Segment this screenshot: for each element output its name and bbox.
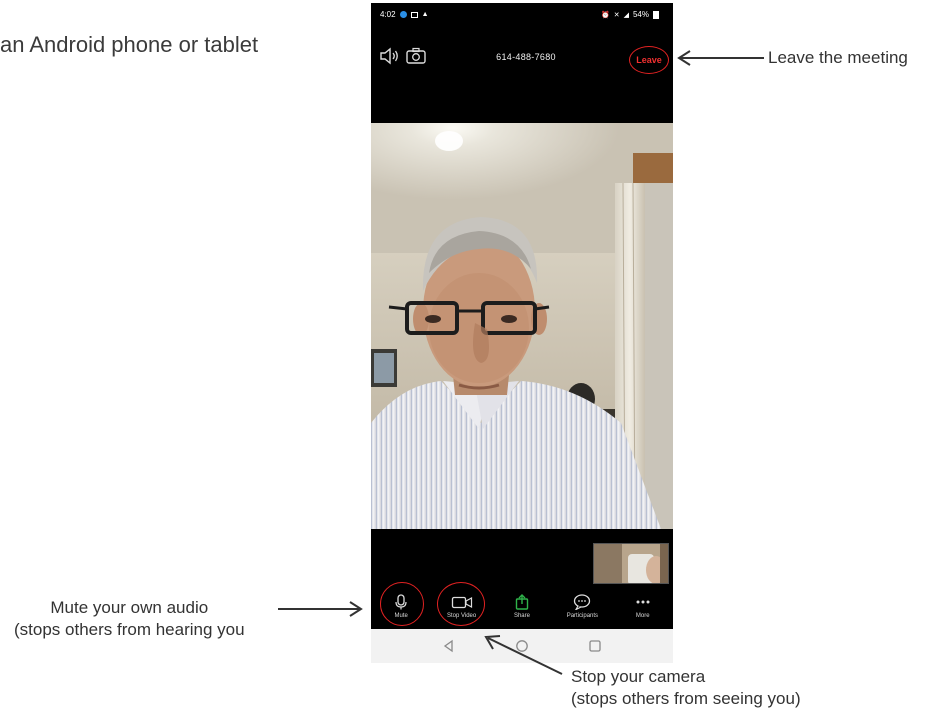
self-view-thumbnail[interactable] — [593, 543, 669, 584]
mute-status-icon: ✕ — [613, 11, 620, 19]
share-label: Share — [513, 613, 530, 619]
video-frame-image — [371, 123, 673, 529]
speaker-icon[interactable] — [378, 45, 400, 67]
leave-button[interactable]: Leave — [629, 46, 669, 74]
status-bar: 4:02 ▲ ⏰ ✕ ◢ 54% — [371, 3, 673, 27]
signal-icon: ◢ — [623, 11, 629, 19]
recents-icon[interactable] — [588, 639, 602, 653]
stop-video-button[interactable]: Stop Video — [431, 582, 491, 629]
status-battery: 54% — [632, 10, 649, 19]
stop-video-annotation-line2: (stops others from seeing you) — [571, 689, 801, 708]
leave-annotation: Leave the meeting — [768, 48, 908, 67]
page-heading: an Android phone or tablet — [0, 32, 259, 57]
mute-annotation-line1: Mute your own audio — [50, 598, 209, 617]
share-icon — [515, 594, 529, 610]
stop-video-arrow-icon — [484, 635, 563, 675]
participants-button[interactable]: Participants — [552, 585, 612, 629]
meeting-toolbar: Mute Stop Video Share Participants More — [371, 582, 673, 629]
participants-icon — [574, 594, 591, 610]
switch-camera-icon[interactable] — [405, 45, 427, 67]
leave-arrow-icon — [677, 50, 764, 66]
phone-screen: 4:02 ▲ ⏰ ✕ ◢ 54% 614-488-7680 Leave Mute… — [371, 3, 673, 663]
battery-icon — [653, 10, 659, 19]
more-icon — [636, 600, 650, 604]
more-button[interactable]: More — [613, 585, 673, 629]
meeting-id: 614-488-7680 — [496, 52, 556, 62]
notification-icon — [399, 11, 407, 18]
alarm-icon: ⏰ — [601, 11, 610, 19]
back-icon[interactable] — [442, 639, 456, 653]
status-time: 4:02 — [380, 10, 396, 19]
share-button[interactable]: Share — [492, 585, 552, 629]
person-icon: ▲ — [421, 11, 429, 18]
participants-label: Participants — [566, 613, 599, 619]
self-view-image — [594, 544, 668, 583]
more-label: More — [635, 613, 650, 619]
mute-button[interactable]: Mute — [371, 582, 431, 629]
meeting-top-bar: 614-488-7680 Leave — [371, 33, 673, 79]
stop-video-highlight-ring — [437, 582, 486, 626]
stop-video-annotation-line1: Stop your camera — [571, 667, 706, 686]
stop-video-annotation: Stop your camera (stops others from seei… — [571, 666, 801, 710]
mute-annotation-line2: (stops others from hearing you — [14, 620, 245, 639]
mute-highlight-ring — [380, 582, 424, 626]
main-video-feed — [371, 123, 673, 529]
mute-arrow-icon — [278, 601, 363, 617]
mute-annotation: Mute your own audio (stops others from h… — [14, 597, 245, 641]
gallery-icon — [410, 11, 418, 18]
